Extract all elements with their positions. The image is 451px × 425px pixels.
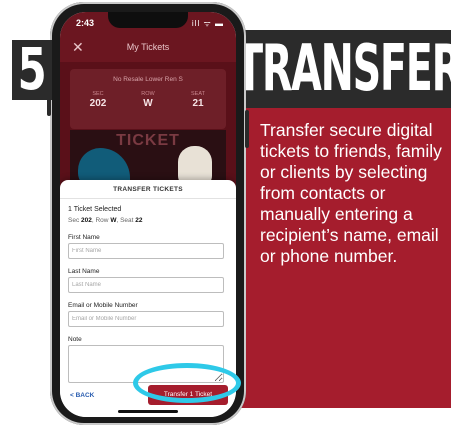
- ticket-row: ROW W: [128, 91, 168, 109]
- home-indicator: [118, 410, 178, 413]
- ticket-seat: SEAT 21: [178, 91, 218, 109]
- phone-notch: [108, 12, 188, 28]
- phone-screen: 2:43 ill ᯤ ▬ ✕ My Tickets No Resale Lowe…: [60, 12, 236, 417]
- phone-power-button: [245, 110, 249, 148]
- first-name-field[interactable]: [68, 243, 224, 259]
- highlight-ring: [133, 363, 241, 403]
- email-field[interactable]: [68, 311, 224, 327]
- page-title: My Tickets: [126, 42, 170, 52]
- sec-value: 202: [81, 217, 92, 224]
- back-button[interactable]: < BACK: [70, 392, 94, 399]
- promo-text: Transfer secure digital tickets to frien…: [260, 120, 442, 266]
- seat-value: 22: [135, 217, 143, 224]
- resale-note: No Resale Lower Ren S: [113, 76, 183, 83]
- row-value: W: [143, 98, 153, 109]
- selected-seat-info: Sec 202, Row W, Seat 22: [68, 217, 142, 224]
- email-label: Email or Mobile Number: [68, 302, 138, 309]
- ticket-card[interactable]: No Resale Lower Ren S SEC 202 ROW W SEAT…: [70, 69, 226, 129]
- section-value: 202: [89, 98, 107, 109]
- sheet-title: TRANSFER TICKETS: [113, 186, 183, 193]
- section-label: SEC: [92, 91, 104, 97]
- seat-prefix: , Seat: [116, 217, 134, 224]
- first-name-label: First Name: [68, 234, 100, 241]
- step-number: 5: [17, 35, 47, 103]
- status-bar: 2:43 ill ᯤ ▬: [60, 12, 236, 34]
- sheet-divider: [60, 198, 236, 199]
- seat-label: SEAT: [191, 91, 205, 97]
- tickets-selected: 1 Ticket Selected: [68, 206, 122, 213]
- row-label: ROW: [141, 91, 155, 97]
- last-name-field[interactable]: [68, 277, 224, 293]
- signal-wifi-battery-icon: ill ᯤ ▬: [191, 19, 224, 28]
- ticket-section: SEC 202: [78, 91, 118, 109]
- sec-prefix: Sec: [68, 217, 80, 224]
- seat-value: 21: [192, 98, 204, 109]
- app-header: ✕ My Tickets: [60, 34, 236, 62]
- headline: TRANSFER: [236, 32, 451, 106]
- last-name-label: Last Name: [68, 268, 100, 275]
- row-prefix: , Row: [91, 217, 109, 224]
- status-time: 2:43: [76, 18, 95, 28]
- note-label: Note: [68, 336, 82, 343]
